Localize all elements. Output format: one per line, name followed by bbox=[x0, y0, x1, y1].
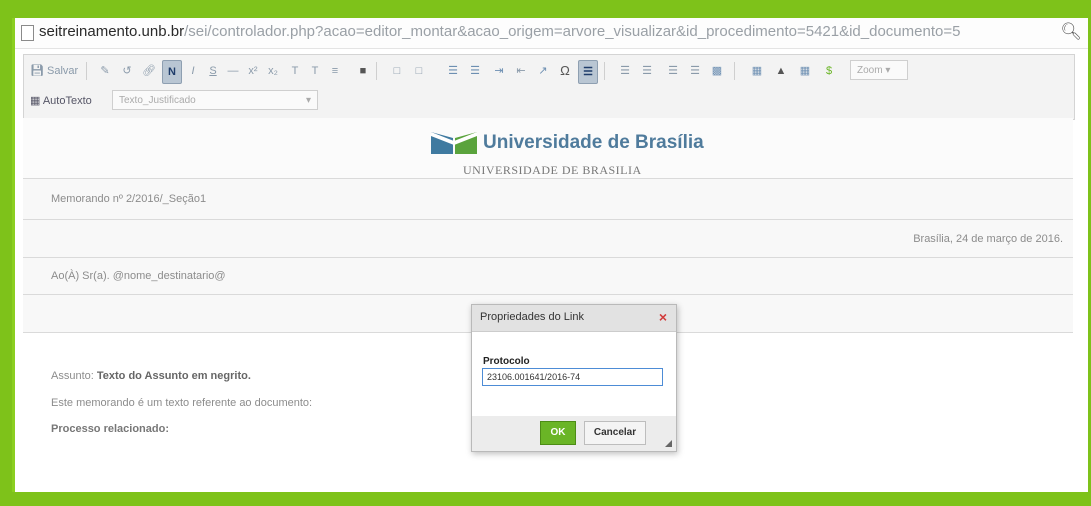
close-icon[interactable]: × bbox=[659, 309, 667, 325]
body-text: Este memorando é um texto referente ao d… bbox=[51, 397, 313, 409]
align-center-icon[interactable]: ☰ bbox=[638, 60, 656, 82]
subject-line: Assunto: Texto do Assunto em negrito. bbox=[51, 370, 251, 382]
background-color-icon[interactable]: T bbox=[306, 60, 324, 82]
url-path: /sei/controlador.php?acao=editor_montar&… bbox=[184, 23, 961, 40]
align-left-icon[interactable]: ☰ bbox=[616, 60, 634, 82]
superscript-icon[interactable]: x² bbox=[244, 60, 262, 82]
format-icon[interactable]: ↺ bbox=[118, 60, 136, 82]
indent-icon[interactable]: ⇥ bbox=[490, 60, 508, 82]
recipient-row[interactable]: Ao(À) Sr(a). @nome_destinatario@ bbox=[23, 258, 1073, 295]
image-icon[interactable]: ▩ bbox=[708, 60, 726, 82]
dialog-title-bar[interactable]: Propriedades do Link × bbox=[472, 305, 676, 332]
omega-label: Ω bbox=[560, 63, 570, 78]
arrow-icon[interactable]: ↗ bbox=[534, 60, 552, 82]
date-row[interactable]: Brasília, 24 de março de 2016. bbox=[23, 220, 1073, 258]
remove-format-icon[interactable]: ≡ bbox=[326, 60, 344, 82]
strike-icon[interactable]: ― bbox=[224, 60, 242, 82]
omega-icon[interactable]: Ω bbox=[556, 60, 574, 82]
maximize-icon[interactable]: ▦ bbox=[796, 60, 814, 82]
dialog-title: Propriedades do Link bbox=[480, 311, 584, 323]
outdent-icon[interactable]: ⇤ bbox=[512, 60, 530, 82]
link-icon[interactable]: 🔗︎ bbox=[140, 60, 158, 82]
page-icon bbox=[21, 25, 34, 41]
memo-header-row[interactable]: Memorando nº 2/2016/_Seção1 bbox=[23, 179, 1073, 220]
align-justify-icon[interactable]: ☰ bbox=[686, 60, 704, 82]
edit-icon[interactable]: ✎ bbox=[96, 60, 114, 82]
underline-button[interactable]: S bbox=[204, 60, 222, 82]
document-header: Universidade de Brasília UNIVERSIDADE DE… bbox=[23, 118, 1073, 179]
logo-title: Universidade de Brasília bbox=[483, 132, 704, 153]
editor-toolbar: 💾︎ Salvar ✎ ↺ 🔗︎ N I S ― x² x₂ T T ≡ ■ □… bbox=[23, 54, 1075, 120]
dialog-body: Protocolo bbox=[472, 332, 676, 416]
italic-label: I bbox=[191, 65, 195, 77]
protocol-input[interactable] bbox=[482, 368, 663, 386]
date-line: Brasília, 24 de março de 2016. bbox=[913, 233, 1063, 245]
link-properties-dialog: Propriedades do Link × Protocolo OK Canc… bbox=[471, 304, 677, 452]
toolbar-divider bbox=[604, 62, 605, 80]
related-process: Processo relacionado: bbox=[51, 423, 169, 435]
toolbar-divider bbox=[376, 62, 377, 80]
browser-window: seitreinamento.unb.br/sei/controlador.ph… bbox=[12, 18, 1088, 492]
bullet-list-icon[interactable]: ☰ bbox=[466, 60, 484, 82]
money-icon[interactable]: $ bbox=[820, 60, 838, 82]
style-select[interactable]: Texto_Justificado ▾ bbox=[112, 90, 318, 110]
url-host: seitreinamento.unb.br bbox=[39, 23, 185, 40]
memo-header: Memorando nº 2/2016/_Seção1 bbox=[51, 193, 207, 205]
subscript-icon[interactable]: x₂ bbox=[264, 60, 282, 82]
bold-label: N bbox=[168, 66, 176, 78]
underline-label: S bbox=[209, 65, 217, 77]
toolbar-row-2: ▦ AutoTexto Texto_Justificado ▾ bbox=[24, 87, 1074, 115]
numbered-list-icon[interactable]: ☰ bbox=[444, 60, 462, 82]
paste-icon[interactable]: □ bbox=[388, 60, 406, 82]
address-bar[interactable]: seitreinamento.unb.br/sei/controlador.ph… bbox=[15, 18, 1088, 49]
toolbar-divider bbox=[734, 62, 735, 80]
subject-text: Texto do Assunto em negrito. bbox=[96, 370, 251, 382]
resize-handle-icon[interactable] bbox=[665, 440, 672, 447]
cancel-button[interactable]: Cancelar bbox=[584, 421, 646, 445]
bold-button[interactable]: N bbox=[162, 60, 182, 84]
source-icon[interactable]: ■ bbox=[354, 60, 372, 82]
align-right-icon[interactable]: ☰ bbox=[664, 60, 682, 82]
zoom-select[interactable]: Zoom ▾ bbox=[850, 60, 908, 80]
chevron-down-icon: ▾ bbox=[305, 95, 311, 106]
paste-text-icon[interactable]: □ bbox=[410, 60, 428, 82]
table-icon[interactable]: ▦ bbox=[748, 60, 766, 82]
subject-label: Assunto: bbox=[51, 370, 94, 382]
text-color-icon[interactable]: T bbox=[286, 60, 304, 82]
protocol-label: Protocolo bbox=[483, 356, 530, 367]
logo-subtitle: UNIVERSIDADE DE BRASILIA bbox=[463, 163, 642, 177]
style-select-value: Texto_Justificado bbox=[119, 95, 196, 106]
ok-button[interactable]: OK bbox=[540, 421, 576, 445]
zoom-label: Zoom bbox=[857, 65, 883, 76]
unb-logo-icon bbox=[431, 132, 477, 154]
toolbar-divider bbox=[86, 62, 87, 80]
autotext-label: AutoTexto bbox=[42, 95, 92, 107]
toolbar-row-1: 💾︎ Salvar ✎ ↺ 🔗︎ N I S ― x² x₂ T T ≡ ■ □… bbox=[24, 57, 1074, 85]
italic-button[interactable]: I bbox=[184, 60, 202, 82]
save-button[interactable]: 💾︎ Salvar bbox=[28, 60, 80, 82]
anchor-icon[interactable]: ☰ bbox=[578, 60, 598, 84]
recipient-text: Ao(À) Sr(a). @nome_destinatario@ bbox=[51, 270, 226, 282]
url-text[interactable]: seitreinamento.unb.br/sei/controlador.ph… bbox=[39, 23, 1064, 40]
autotext-button[interactable]: ▦ AutoTexto bbox=[28, 90, 94, 112]
spellcheck-icon[interactable]: ▲ bbox=[772, 60, 790, 82]
save-button-label: Salvar bbox=[47, 65, 79, 77]
search-icon[interactable]: 🔍︎ bbox=[1060, 22, 1082, 42]
